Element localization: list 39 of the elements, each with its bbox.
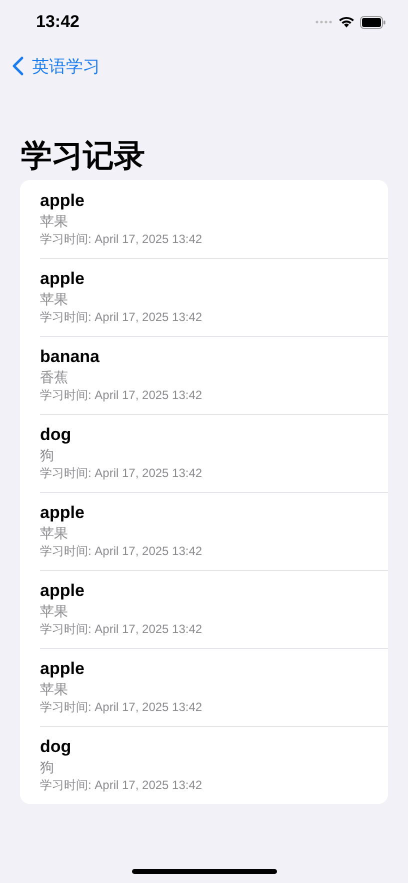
study-time-text: 学习时间: April 17, 2025 13:42: [40, 621, 204, 638]
study-time-text: 学习时间: April 17, 2025 13:42: [40, 543, 204, 560]
meaning-text: 狗: [40, 758, 55, 777]
study-time-text: 学习时间: April 17, 2025 13:42: [40, 309, 204, 326]
battery-icon: [360, 16, 386, 28]
word-text: apple: [40, 190, 86, 212]
record-row[interactable]: dog 狗 学习时间: April 17, 2025 13:42: [20, 726, 388, 804]
record-row[interactable]: apple 苹果 学习时间: April 17, 2025 13:42: [20, 570, 388, 648]
study-time-text: 学习时间: April 17, 2025 13:42: [40, 231, 204, 248]
meaning-text: 香蕉: [40, 368, 69, 387]
record-row[interactable]: apple 苹果 学习时间: April 17, 2025 13:42: [20, 258, 388, 336]
word-text: banana: [40, 346, 101, 368]
meaning-text: 苹果: [40, 290, 69, 309]
signal-dots-icon: [315, 20, 333, 24]
word-text: apple: [40, 658, 86, 680]
record-row[interactable]: dog 狗 学习时间: April 17, 2025 13:42: [20, 414, 388, 492]
meaning-text: 苹果: [40, 602, 69, 621]
study-time-text: 学习时间: April 17, 2025 13:42: [40, 777, 204, 794]
status-time: 13:42: [36, 12, 80, 32]
study-time-text: 学习时间: April 17, 2025 13:42: [40, 387, 204, 404]
study-time-text: 学习时间: April 17, 2025 13:42: [40, 699, 204, 716]
record-row[interactable]: apple 苹果 学习时间: April 17, 2025 13:42: [20, 648, 388, 726]
record-row[interactable]: banana 香蕉 学习时间: April 17, 2025 13:42: [20, 336, 388, 414]
back-button[interactable]: 英语学习: [12, 54, 100, 78]
meaning-text: 狗: [40, 446, 55, 465]
study-time-text: 学习时间: April 17, 2025 13:42: [40, 465, 204, 482]
meaning-text: 苹果: [40, 680, 69, 699]
word-text: dog: [40, 736, 72, 758]
back-chevron-icon: [12, 56, 24, 76]
meaning-text: 苹果: [40, 212, 69, 231]
meaning-text: 苹果: [40, 524, 69, 543]
word-text: apple: [40, 268, 86, 290]
wifi-icon: [338, 16, 355, 28]
record-row[interactable]: apple 苹果 学习时间: April 17, 2025 13:42: [20, 492, 388, 570]
word-text: apple: [40, 502, 86, 524]
record-row[interactable]: apple 苹果 学习时间: April 17, 2025 13:42: [20, 180, 388, 258]
word-text: apple: [40, 580, 86, 602]
word-text: dog: [40, 424, 72, 446]
page-title: 学习记录: [21, 137, 146, 175]
